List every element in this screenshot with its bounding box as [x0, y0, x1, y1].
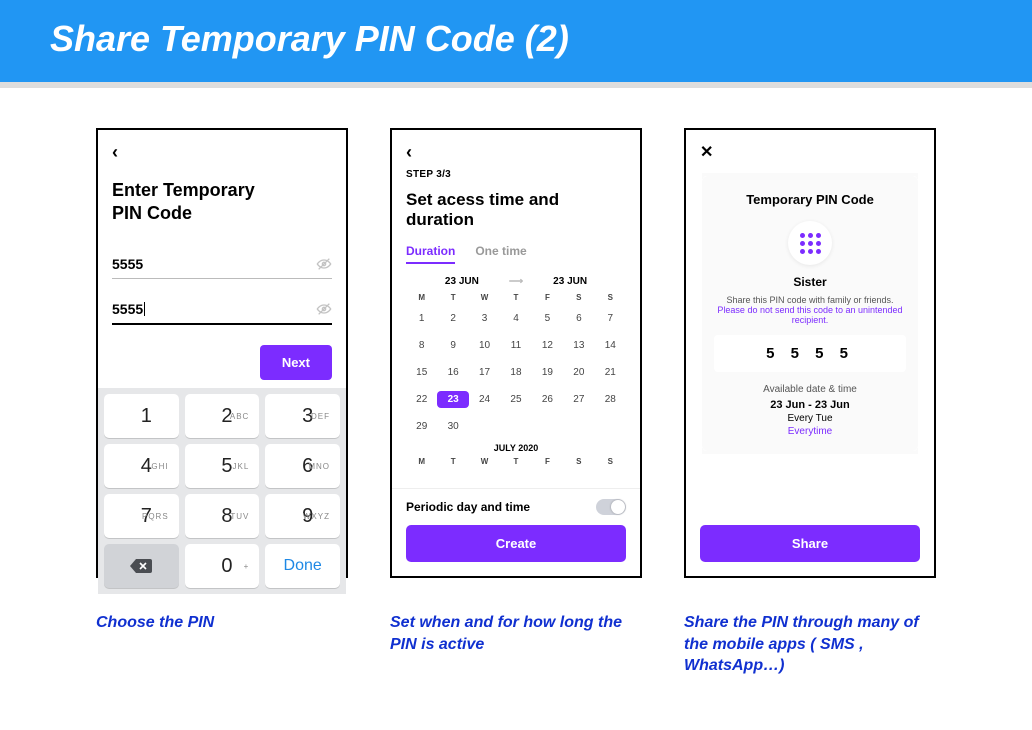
- calendar-day[interactable]: 25: [500, 391, 531, 408]
- calendar-day[interactable]: 3: [469, 310, 500, 327]
- numeric-keypad: 1 2ABC 3DEF 4GHI 5JKL 6MNO 7PQRS 8TUV 9W…: [98, 388, 346, 594]
- caption-3: Share the PIN through many of the mobile…: [684, 612, 936, 677]
- title-line1: Enter Temporary: [112, 180, 255, 200]
- key-0[interactable]: 0+: [185, 544, 260, 588]
- calendar-day[interactable]: 1: [406, 310, 437, 327]
- pin-ticket: Temporary PIN Code Sister Share this PIN…: [702, 176, 918, 451]
- periodic-label: Periodic day and time: [406, 500, 530, 514]
- periodic-row: Periodic day and time: [392, 488, 640, 525]
- calendar-day[interactable]: 26: [532, 391, 563, 408]
- calendar-day[interactable]: 19: [532, 364, 563, 381]
- calendar-day[interactable]: 9: [437, 337, 468, 354]
- calendar-day[interactable]: 11: [500, 337, 531, 354]
- calendar-day[interactable]: 20: [563, 364, 594, 381]
- availability-label: Available date & time: [714, 384, 906, 395]
- pin-input-1[interactable]: 5555: [112, 252, 332, 279]
- key-6[interactable]: 6MNO: [265, 444, 340, 488]
- key-5[interactable]: 5JKL: [185, 444, 260, 488]
- keypad-icon: [788, 221, 832, 265]
- title-line2: PIN Code: [112, 203, 192, 223]
- pin-value-1: 5555: [112, 256, 143, 272]
- calendar-day[interactable]: 21: [595, 364, 626, 381]
- visibility-toggle-icon[interactable]: [316, 301, 332, 317]
- key-3[interactable]: 3DEF: [265, 394, 340, 438]
- calendar-day[interactable]: 22: [406, 391, 437, 408]
- screens-row: ‹ Enter Temporary PIN Code 5555 5555 Nex…: [0, 88, 1032, 588]
- calendar-day[interactable]: 28: [595, 391, 626, 408]
- ticket-title: Temporary PIN Code: [714, 192, 906, 207]
- step-indicator: STEP 3/3: [406, 169, 626, 180]
- calendar-day[interactable]: 7: [595, 310, 626, 327]
- screen1-title: Enter Temporary PIN Code: [112, 179, 332, 224]
- duration-tabs: Duration One time: [406, 244, 626, 264]
- key-4[interactable]: 4GHI: [104, 444, 179, 488]
- pin-display: 5 5 5 5: [714, 335, 906, 372]
- weekday-row: MTWTFSS: [406, 293, 626, 302]
- calendar-day[interactable]: 13: [563, 337, 594, 354]
- availability-time: Everytime: [714, 426, 906, 437]
- date-range-header: 23 JUN ⟶ 23 JUN: [406, 276, 626, 287]
- calendar-day[interactable]: 16: [437, 364, 468, 381]
- key-8[interactable]: 8TUV: [185, 494, 260, 538]
- calendar-grid: 1234567891011121314151617181920212223242…: [406, 310, 626, 435]
- calendar-day[interactable]: 23: [437, 391, 468, 408]
- calendar-day[interactable]: 14: [595, 337, 626, 354]
- date-to: 23 JUN: [553, 276, 587, 287]
- calendar-day[interactable]: 18: [500, 364, 531, 381]
- screen-enter-pin: ‹ Enter Temporary PIN Code 5555 5555 Nex…: [96, 128, 348, 578]
- screen-set-duration: ‹ STEP 3/3 Set acess time and duration D…: [390, 128, 642, 578]
- back-icon[interactable]: ‹: [406, 142, 626, 163]
- calendar-day[interactable]: 4: [500, 310, 531, 327]
- key-9[interactable]: 9WXYZ: [265, 494, 340, 538]
- slide-title-banner: Share Temporary PIN Code (2): [0, 0, 1032, 88]
- screen2-title: Set acess time and duration: [406, 190, 626, 230]
- tab-one-time[interactable]: One time: [475, 244, 526, 264]
- calendar-day[interactable]: 2: [437, 310, 468, 327]
- slide-title: Share Temporary PIN Code (2): [50, 18, 982, 60]
- calendar-day[interactable]: 17: [469, 364, 500, 381]
- calendar-day[interactable]: 24: [469, 391, 500, 408]
- create-button[interactable]: Create: [406, 525, 626, 562]
- next-button[interactable]: Next: [260, 345, 332, 380]
- caption-1: Choose the PIN: [96, 612, 348, 677]
- share-button[interactable]: Share: [700, 525, 920, 562]
- calendar-day[interactable]: 27: [563, 391, 594, 408]
- calendar-day[interactable]: 29: [406, 418, 437, 435]
- availability-day: Every Tue: [714, 413, 906, 424]
- calendar-day[interactable]: 15: [406, 364, 437, 381]
- close-icon[interactable]: ✕: [700, 142, 920, 162]
- captions-row: Choose the PIN Set when and for how long…: [0, 588, 1032, 707]
- recipient-name: Sister: [714, 275, 906, 289]
- key-backspace[interactable]: [104, 544, 179, 588]
- next-month-label: JULY 2020: [406, 443, 626, 453]
- key-2[interactable]: 2ABC: [185, 394, 260, 438]
- key-7[interactable]: 7PQRS: [104, 494, 179, 538]
- share-warning: Please do not send this code to an unint…: [714, 305, 906, 325]
- date-from: 23 JUN: [445, 276, 479, 287]
- back-icon[interactable]: ‹: [112, 142, 332, 163]
- screen-share-pin: ✕ Temporary PIN Code Sister Share this P…: [684, 128, 936, 578]
- pin-value-2: 5555: [112, 301, 143, 317]
- calendar-day[interactable]: 30: [437, 418, 468, 435]
- calendar-day[interactable]: 8: [406, 337, 437, 354]
- tab-duration[interactable]: Duration: [406, 244, 455, 264]
- key-done[interactable]: Done: [265, 544, 340, 588]
- weekday-row-2: MTWTFSS: [406, 457, 626, 466]
- pin-input-2[interactable]: 5555: [112, 297, 332, 325]
- visibility-toggle-icon[interactable]: [316, 256, 332, 272]
- calendar-day[interactable]: 12: [532, 337, 563, 354]
- calendar-day[interactable]: 5: [532, 310, 563, 327]
- share-instruction: Share this PIN code with family or frien…: [714, 295, 906, 305]
- key-1[interactable]: 1: [104, 394, 179, 438]
- arrow-right-icon: ⟶: [509, 276, 523, 287]
- periodic-toggle[interactable]: [596, 499, 626, 515]
- availability-dates: 23 Jun - 23 Jun: [714, 399, 906, 411]
- calendar-day[interactable]: 10: [469, 337, 500, 354]
- calendar-day[interactable]: 6: [563, 310, 594, 327]
- caption-2: Set when and for how long the PIN is act…: [390, 612, 642, 677]
